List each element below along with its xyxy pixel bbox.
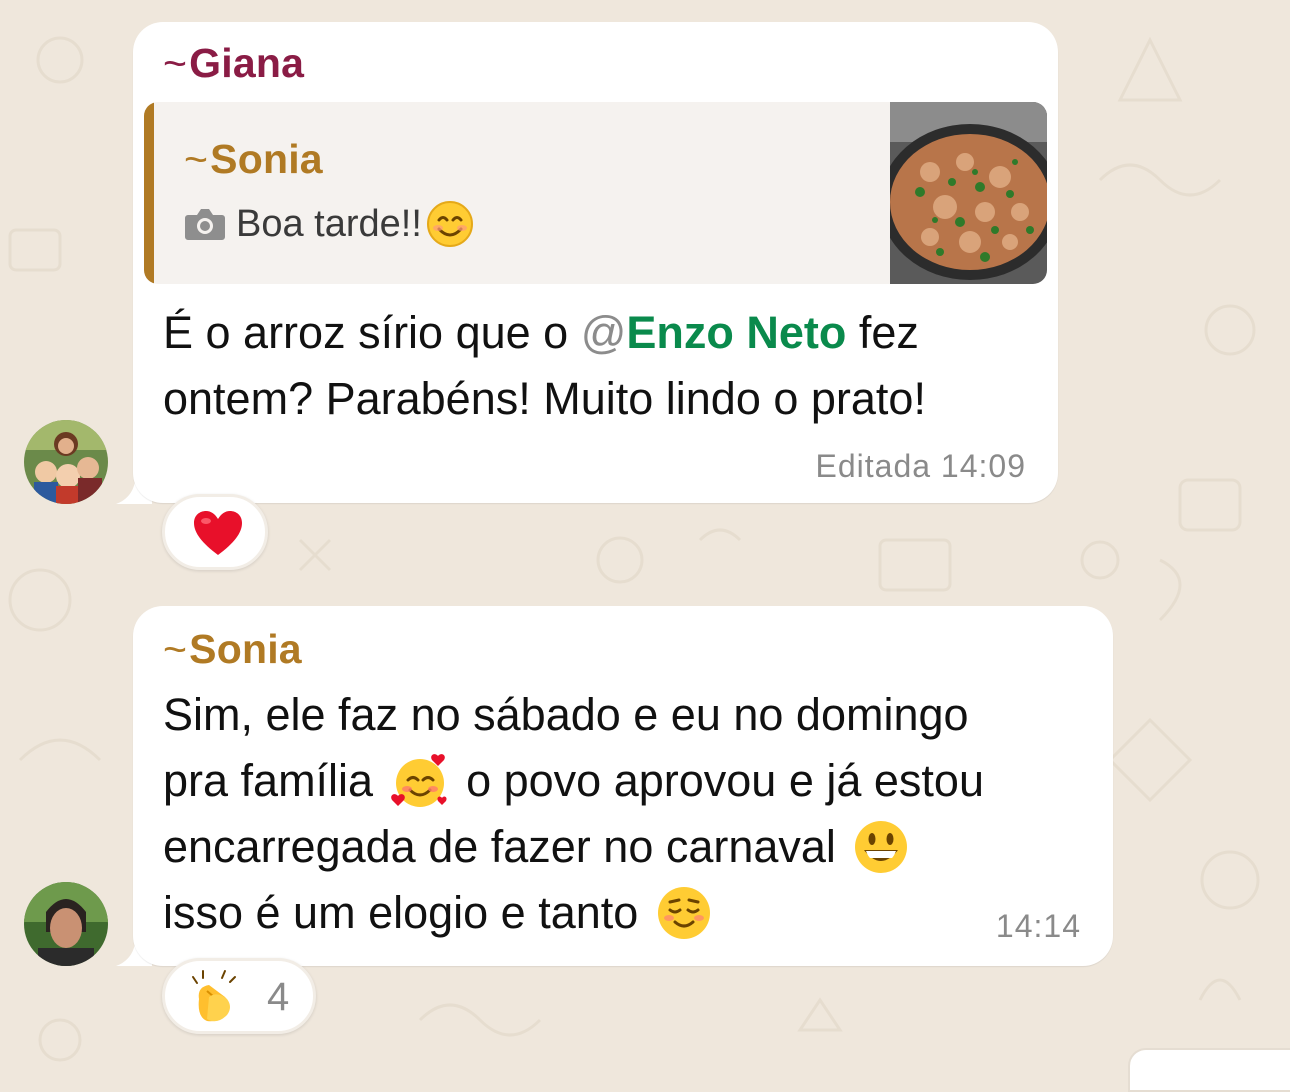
smiling-face-icon — [426, 201, 473, 247]
avatar-sonia[interactable] — [24, 882, 108, 966]
quote-sender: Sonia — [210, 136, 323, 182]
quote-text: Boa tarde!! — [236, 202, 422, 245]
message-meta: 14:14 — [996, 908, 1081, 945]
grinning-face-icon — [855, 821, 908, 873]
message-bubble-giana[interactable]: ~Giana ~Sonia Boa tarde!! É o arroz síri… — [133, 22, 1058, 503]
quote-accent-bar — [144, 102, 154, 284]
sender-name: Giana — [189, 40, 305, 86]
sender-name: Sonia — [189, 626, 302, 672]
scroll-to-bottom-button[interactable] — [1128, 1048, 1290, 1092]
message-line-1: Sim, ele faz no sábado e eu no domingo — [163, 689, 969, 740]
message-text-part: encarregada de fazer no carnaval — [163, 821, 849, 872]
message-text-part: pra família — [163, 755, 386, 806]
reaction-heart[interactable] — [162, 494, 268, 570]
message-text-part: o povo aprovou e já estou — [453, 755, 984, 806]
avatar-giana[interactable] — [24, 420, 108, 504]
quoted-message[interactable]: ~Sonia Boa tarde!! — [144, 102, 1047, 284]
message-bubble-sonia[interactable]: ~Sonia Sim, ele faz no sábado e eu no do… — [133, 606, 1113, 966]
reaction-clapping[interactable]: 4 — [162, 958, 316, 1034]
quote-sender-name: ~Sonia — [184, 136, 323, 183]
message-line-2: ontem? Parabéns! Muito lindo o prato! — [163, 373, 926, 424]
sender-name-giana[interactable]: ~Giana — [163, 40, 304, 87]
message-time: 14:09 — [940, 448, 1026, 484]
smiling-face-icon — [657, 887, 710, 939]
message-line-4: isso é um elogio e tanto — [163, 880, 984, 946]
quote-sender-tilde: ~ — [184, 136, 209, 182]
message-text-part: isso é um elogio e tanto — [163, 887, 651, 938]
mention-enzo-neto[interactable]: Enzo Neto — [626, 307, 846, 358]
message-text: Sim, ele faz no sábado e eu no domingo p… — [163, 682, 984, 946]
sender-name-sonia[interactable]: ~Sonia — [163, 626, 302, 673]
camera-icon — [185, 209, 225, 240]
message-line-2: pra família o povo aprovou e já estou — [163, 748, 984, 814]
message-text-part: É o arroz sírio que o — [163, 307, 581, 358]
message-meta: Editada 14:09 — [816, 448, 1027, 485]
mention-at-sign: @ — [580, 307, 627, 358]
message-line-1: É o arroz sírio que o @Enzo Neto fez — [163, 300, 926, 366]
message-line-3: encarregada de fazer no carnaval — [163, 814, 984, 880]
red-heart-icon — [194, 511, 242, 555]
quote-text-row: Boa tarde!! — [184, 200, 474, 248]
message-text-part: fez — [846, 307, 919, 358]
edited-label: Editada — [815, 448, 932, 484]
message-text: É o arroz sírio que o @Enzo Neto fez ont… — [163, 300, 926, 432]
message-time: 14:14 — [995, 908, 1081, 944]
rice-dish-thumbnail[interactable] — [890, 102, 1047, 284]
reaction-count: 4 — [267, 975, 290, 1019]
smiling-face-with-hearts-icon — [390, 754, 447, 807]
sender-tilde: ~ — [163, 40, 188, 86]
sender-tilde: ~ — [163, 626, 188, 672]
clapping-hands-icon — [192, 970, 236, 1022]
